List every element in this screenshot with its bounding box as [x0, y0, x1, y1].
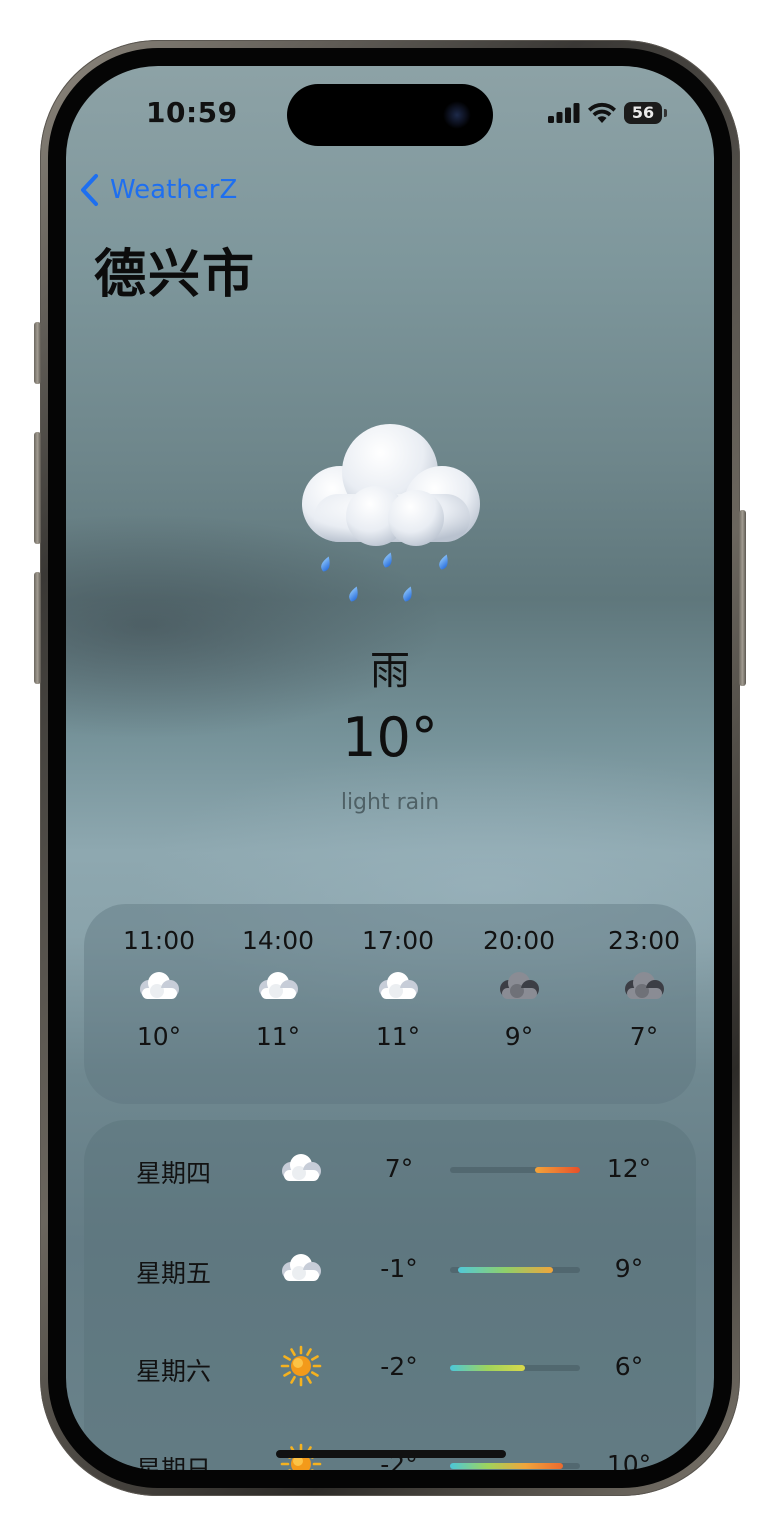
hourly-item: 17:00 11° — [343, 926, 453, 1051]
day-name: 星期四 — [136, 1159, 212, 1188]
day-low-temp: 7° — [384, 1154, 414, 1183]
day-name: 星期六 — [136, 1357, 212, 1386]
day-low-temp: -2° — [380, 1352, 418, 1381]
daily-row: 星期五 -1° 9° — [84, 1240, 696, 1300]
temp-range-bar — [450, 1463, 580, 1469]
back-button[interactable]: WeatherZ — [80, 170, 237, 210]
chevron-left-icon — [81, 174, 98, 206]
day-high-temp: 9° — [614, 1254, 644, 1283]
cloud-icon — [376, 971, 420, 1005]
volume-down-button — [34, 572, 41, 684]
day-name: 星期日 — [136, 1455, 212, 1470]
screen: 10:59 56 WeatherZ 德兴市 雨 10° light rain 1… — [66, 66, 714, 1470]
hourly-time: 23:00 — [607, 926, 681, 955]
hourly-temp: 7° — [629, 1022, 659, 1051]
back-label: WeatherZ — [110, 175, 238, 205]
weather-description: light rain — [340, 790, 440, 815]
temp-range-bar — [450, 1267, 580, 1273]
dynamic-island — [287, 84, 493, 146]
home-indicator[interactable] — [276, 1450, 506, 1458]
hourly-temp: 9° — [504, 1022, 534, 1051]
hourly-item: 14:00 11° — [223, 926, 333, 1051]
hourly-time: 14:00 — [241, 926, 315, 955]
dark-cloud-icon — [497, 971, 541, 1005]
temp-range-fill — [534, 1167, 580, 1173]
hourly-temp: 11° — [375, 1022, 421, 1051]
hourly-item: 20:00 9° — [464, 926, 574, 1051]
hourly-forecast[interactable]: 11:00 10° 14:00 11° 17:00 11° 20:00 9° 2… — [84, 904, 696, 1104]
hourly-item: 11:00 10° — [104, 926, 214, 1051]
rain-cloud-icon — [292, 416, 492, 616]
cloud-icon — [256, 971, 300, 1005]
day-name: 星期五 — [136, 1259, 212, 1288]
daily-row: 星期六 -2° 6° — [84, 1338, 696, 1398]
day-low-temp: -1° — [380, 1254, 418, 1283]
battery-icon: 56 — [624, 102, 667, 124]
wifi-icon — [588, 102, 616, 123]
page-title: 德兴市 — [94, 245, 257, 305]
temp-range-fill — [457, 1267, 553, 1273]
hourly-item: 23:00 7° — [589, 926, 699, 1051]
temp-range-fill — [450, 1365, 526, 1371]
hourly-time: 17:00 — [361, 926, 435, 955]
day-high-temp: 6° — [614, 1352, 644, 1381]
power-button — [739, 510, 746, 686]
temp-range-bar — [450, 1167, 580, 1173]
camera-icon — [443, 101, 471, 129]
day-high-temp: 10° — [606, 1450, 652, 1470]
cloud-icon — [137, 971, 181, 1005]
hourly-temp: 11° — [255, 1022, 301, 1051]
current-condition: 雨 — [370, 648, 410, 694]
dark-cloud-icon — [622, 971, 666, 1005]
signal-icon — [548, 103, 580, 123]
temp-range-bar — [450, 1365, 580, 1371]
cloud-icon — [279, 1153, 323, 1187]
current-temperature: 10° — [342, 706, 438, 769]
cloud-icon — [279, 1253, 323, 1287]
temp-range-fill — [450, 1463, 564, 1469]
hourly-time: 20:00 — [482, 926, 556, 955]
day-high-temp: 12° — [606, 1154, 652, 1183]
daily-row: 星期四 7° 12° — [84, 1140, 696, 1200]
action-button — [34, 322, 41, 384]
hourly-time: 11:00 — [122, 926, 196, 955]
status-time: 10:59 — [146, 96, 238, 129]
hourly-temp: 10° — [136, 1022, 182, 1051]
daily-forecast[interactable]: 星期四 7° 12° 星期五 -1° 9° 星期六 -2° 6° 星期日 -2°… — [84, 1120, 696, 1470]
sun-icon — [280, 1345, 322, 1391]
status-icons: 56 — [548, 100, 667, 126]
volume-up-button — [34, 432, 41, 544]
